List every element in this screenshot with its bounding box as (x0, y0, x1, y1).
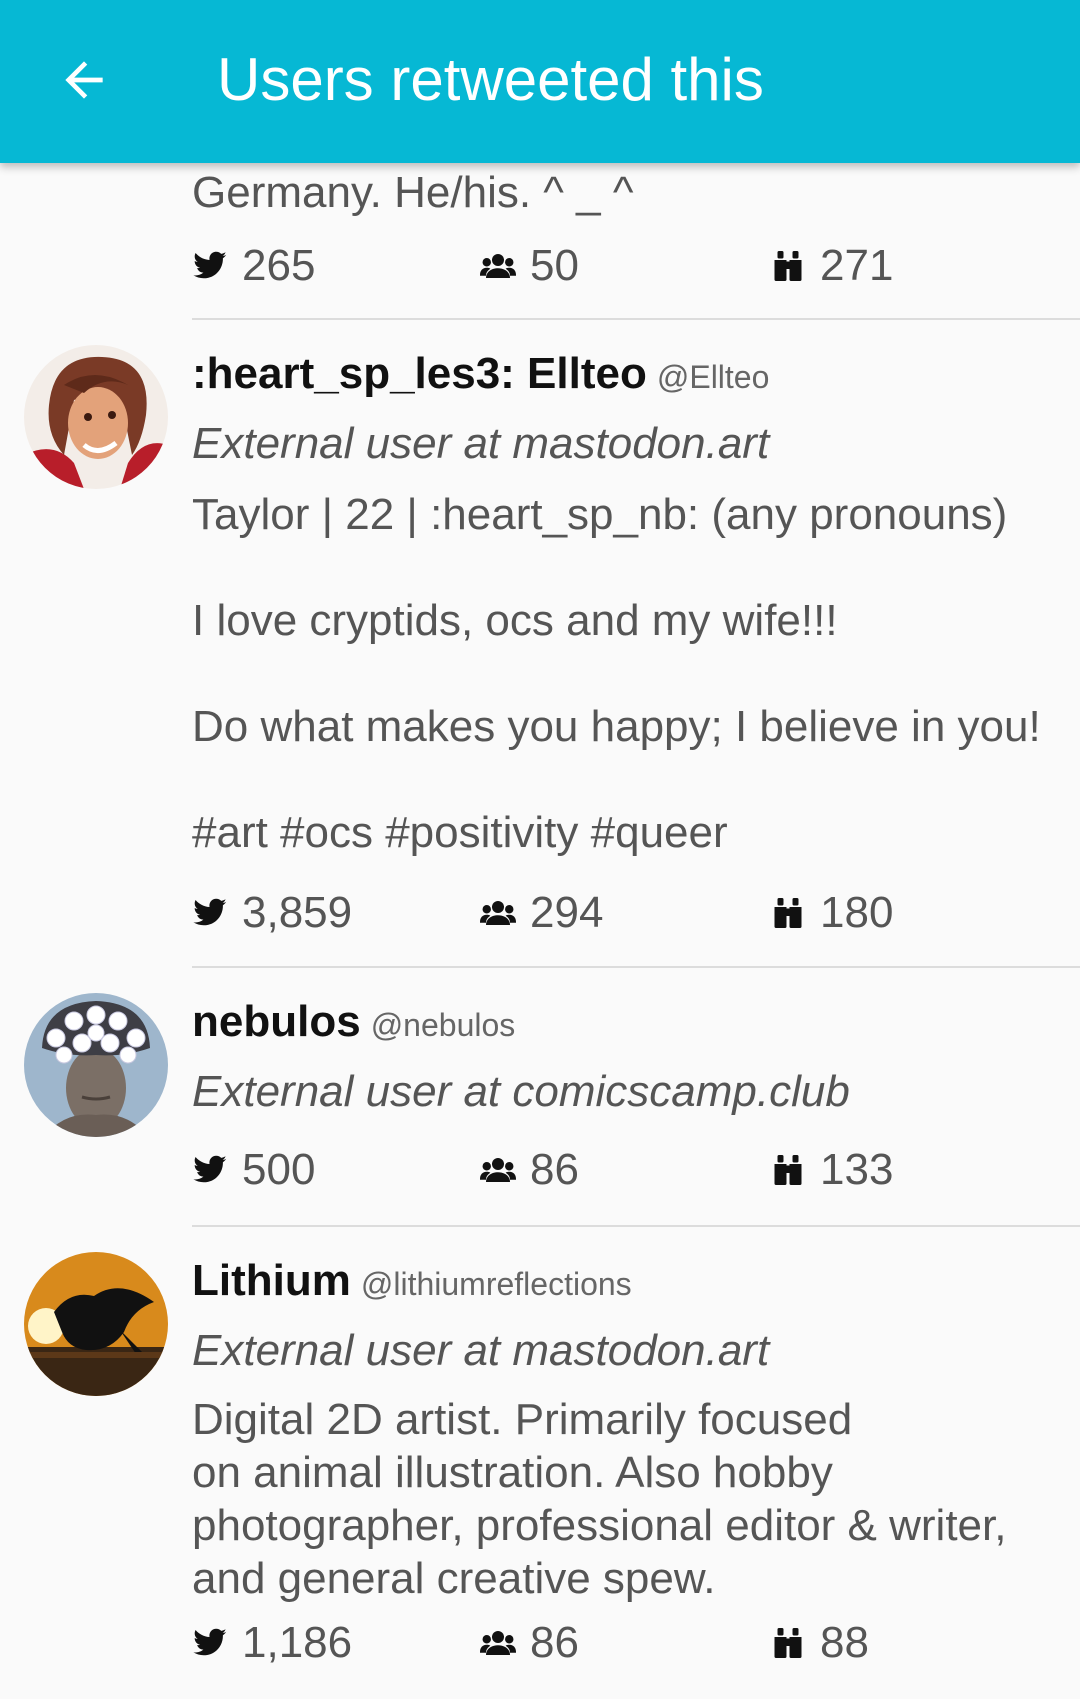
user-stats: 3,859 294 180 (192, 883, 1052, 943)
user-name[interactable]: nebulos (192, 997, 361, 1046)
tweet-count: 500 (192, 1140, 315, 1200)
following-count: 88 (770, 1613, 869, 1673)
tweet-count-value: 265 (242, 241, 316, 290)
bird-icon (192, 1152, 228, 1188)
app-bar: Users retweeted this (0, 0, 1080, 163)
tweet-count-value: 500 (242, 1145, 316, 1194)
follower-count-value: 86 (530, 1145, 579, 1194)
following-count-value: 133 (820, 1145, 894, 1194)
user-handle: @Ellteo (656, 359, 770, 395)
bird-icon (192, 248, 228, 284)
binoculars-icon (770, 1625, 806, 1661)
people-icon (480, 895, 516, 931)
user-stats: 1,186 86 88 (192, 1613, 1052, 1673)
avatar[interactable] (24, 345, 168, 489)
tweet-count-value: 1,186 (242, 1618, 353, 1667)
external-user-label: External user at mastodon.art (192, 1326, 770, 1375)
user-stats: 265 50 271 (192, 236, 1052, 296)
binoculars-icon (770, 1152, 806, 1188)
user-handle: @nebulos (370, 1007, 516, 1043)
binoculars-icon (770, 895, 806, 931)
people-icon (480, 248, 516, 284)
binoculars-icon (770, 248, 806, 284)
follower-count: 86 (480, 1140, 579, 1200)
following-count: 133 (770, 1140, 893, 1200)
tweet-count: 1,186 (192, 1613, 352, 1673)
people-icon (480, 1625, 516, 1661)
following-count: 271 (770, 236, 893, 296)
follower-count: 50 (480, 236, 579, 296)
list-item[interactable]: Lithium @lithiumreflections External user… (0, 1229, 1080, 1699)
user-list[interactable]: Germany. He/his. ^ _ ^ 265 50 271:heart… (0, 0, 1080, 1699)
follower-count-value: 86 (530, 1618, 579, 1667)
user-bio: Germany. He/his. ^ _ ^ (192, 168, 634, 217)
page-title: Users retweeted this (217, 46, 764, 113)
user-bio: Digital 2D artist. Primarily focused on … (192, 1395, 1007, 1603)
list-item[interactable]: :heart_sp_les3: Ellteo @Ellteo External u… (0, 322, 1080, 967)
user-name[interactable]: :heart_sp_les3: Ellteo (192, 349, 647, 398)
user-handle: @lithiumreflections (360, 1266, 632, 1302)
user-name-line: :heart_sp_les3: Ellteo @Ellteo (192, 346, 769, 405)
tweet-count: 265 (192, 236, 315, 296)
tweet-count-value: 3,859 (242, 888, 353, 937)
tweet-count: 3,859 (192, 883, 352, 943)
people-icon (480, 1152, 516, 1188)
back-button[interactable] (48, 40, 120, 120)
bird-icon (192, 1625, 228, 1661)
follower-count: 294 (480, 883, 603, 943)
divider (192, 1225, 1080, 1227)
bird-icon (192, 895, 228, 931)
user-name-line: nebulos @nebulos (192, 994, 515, 1053)
following-count: 180 (770, 883, 893, 943)
divider (192, 318, 1080, 320)
follower-count-value: 294 (530, 888, 604, 937)
external-user-label: External user at comicscamp.club (192, 1067, 850, 1116)
following-count-value: 88 (820, 1618, 869, 1667)
divider (192, 966, 1080, 968)
following-count-value: 271 (820, 241, 894, 290)
follower-count-value: 50 (530, 241, 579, 290)
following-count-value: 180 (820, 888, 894, 937)
list-item[interactable]: nebulos @nebulos External user at comicsc… (0, 970, 1080, 1228)
avatar[interactable] (24, 1252, 168, 1396)
user-stats: 500 86 133 (192, 1140, 1052, 1200)
avatar[interactable] (24, 993, 168, 1137)
user-name-line: Lithium @lithiumreflections (192, 1253, 632, 1312)
user-name[interactable]: Lithium (192, 1256, 351, 1305)
user-bio: Taylor | 22 | :heart_sp_nb: (any pronoun… (192, 490, 1041, 857)
external-user-label: External user at mastodon.art (192, 419, 770, 468)
follower-count: 86 (480, 1613, 579, 1673)
arrow-left-icon (65, 61, 103, 99)
